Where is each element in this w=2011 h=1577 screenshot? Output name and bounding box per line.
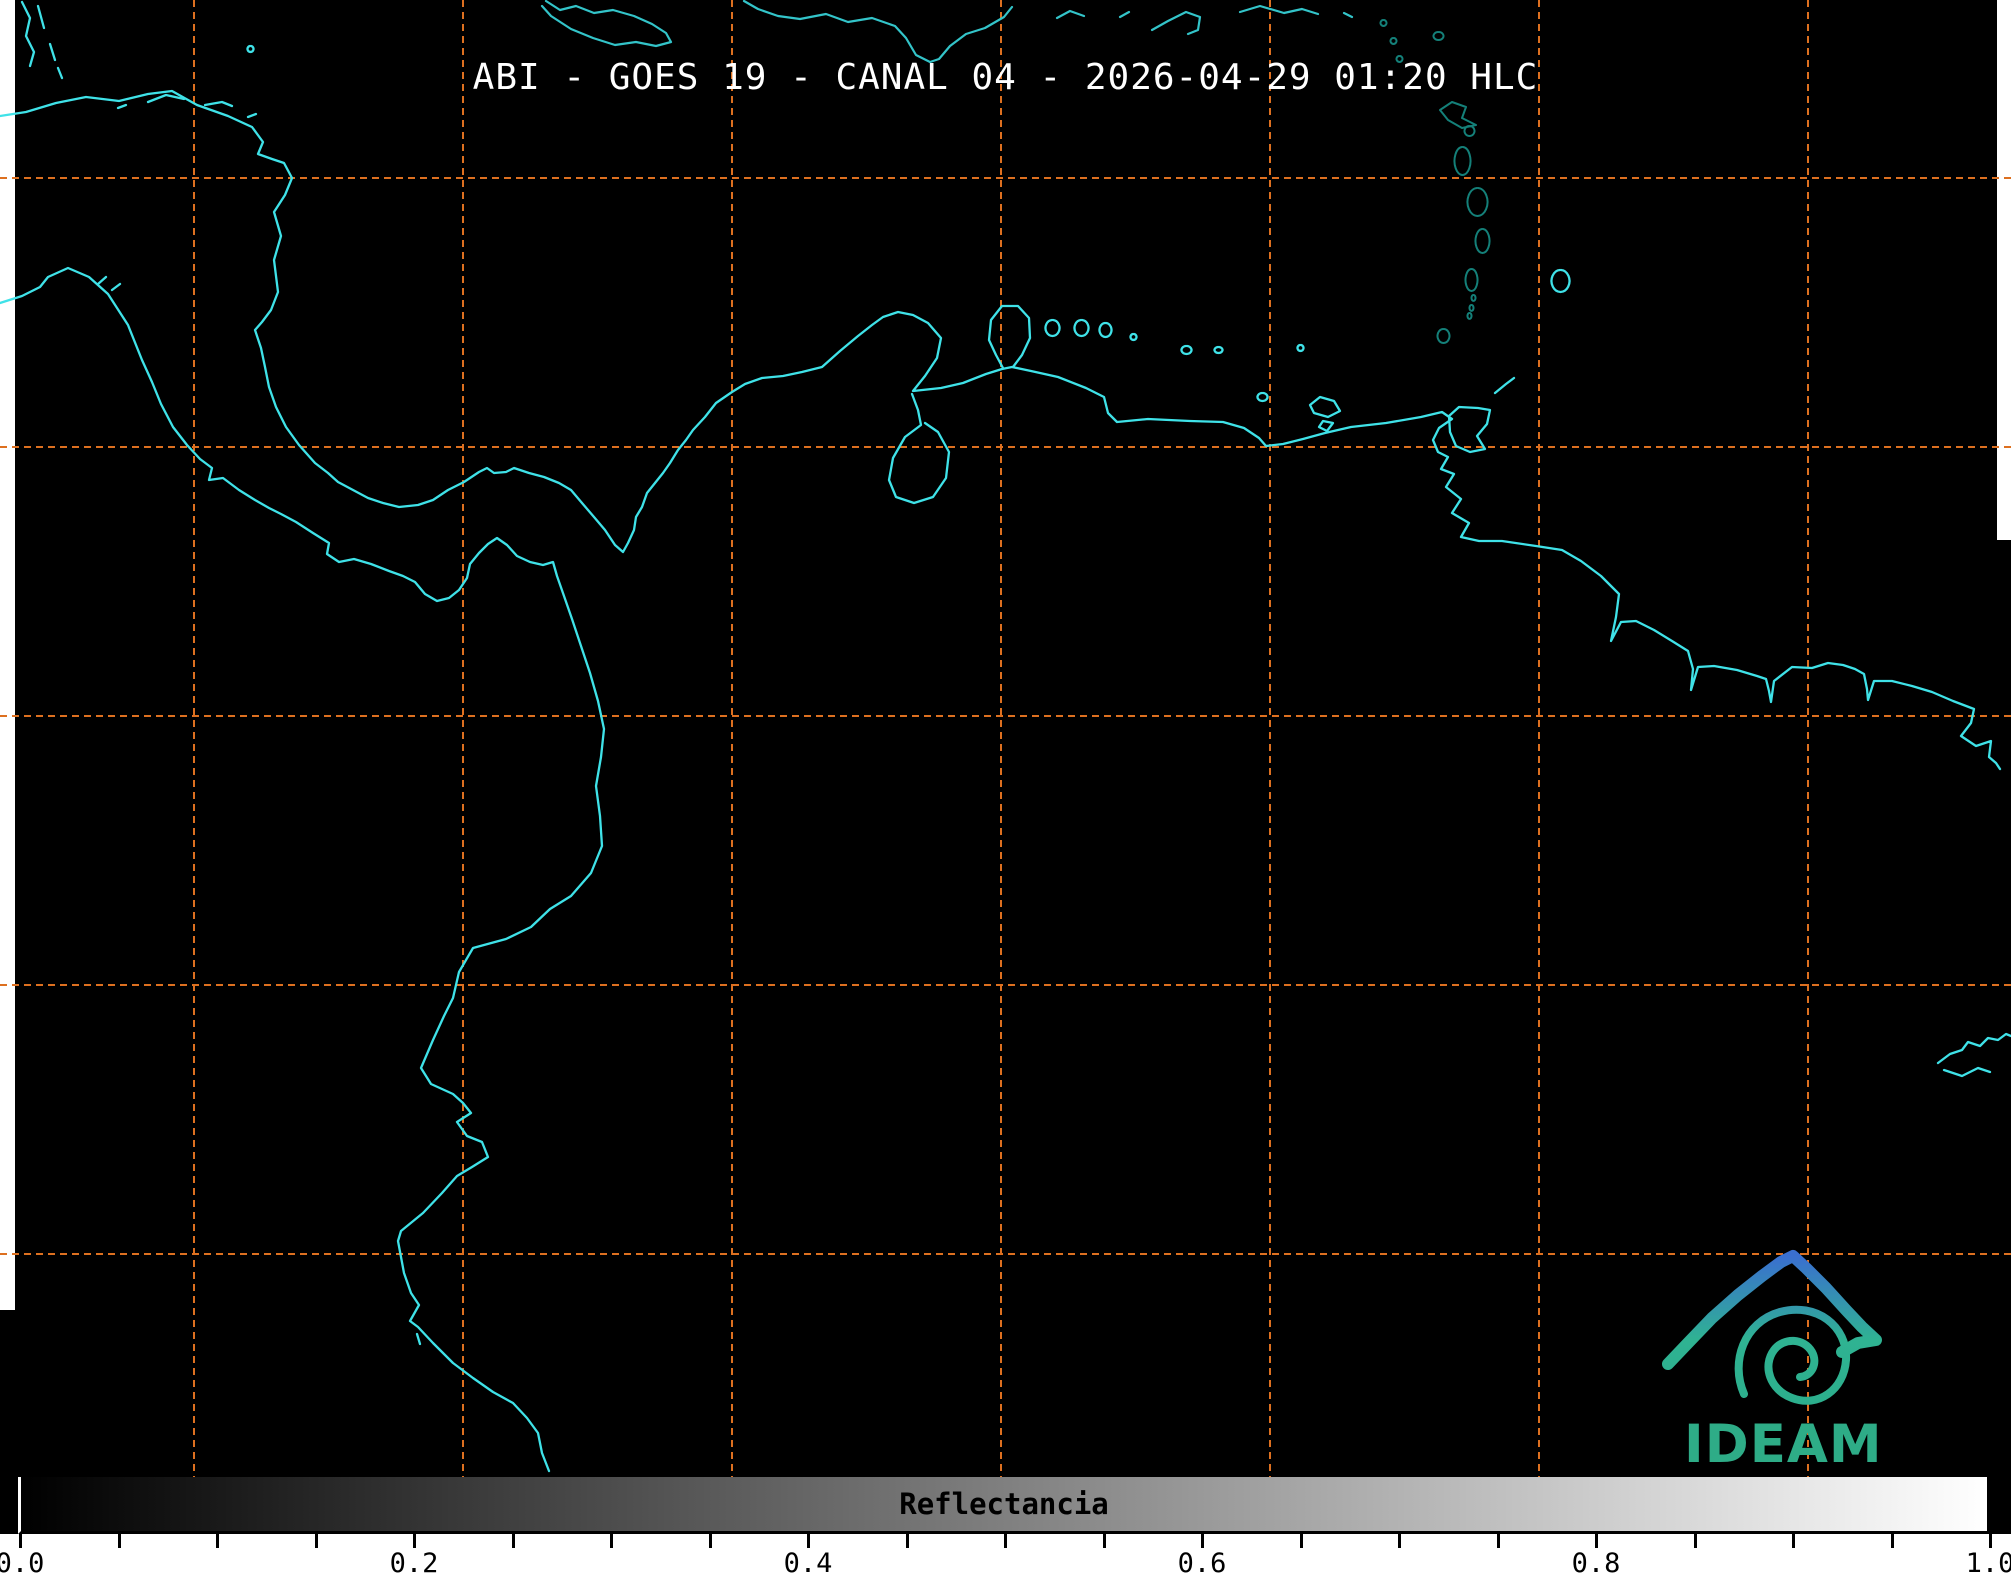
coastline-path [1044, 268, 1571, 403]
coastline-path [987, 304, 1032, 370]
coastline-path [1308, 395, 1342, 433]
colorbar-tick [1398, 1534, 1401, 1548]
colorbar-tick [1989, 1534, 1992, 1548]
colorbar-tick [807, 1534, 810, 1548]
colorbar-tick-label: 0.4 [783, 1548, 833, 1577]
colorbar-tick [1693, 1534, 1697, 1548]
ideam-logo-text: IDEAM [1684, 1414, 1883, 1475]
colorbar-tick [610, 1534, 613, 1548]
colorbar-tick [314, 1534, 318, 1548]
image-title: ABI - GOES 19 - CANAL 04 - 2026-04-29 01… [472, 57, 1539, 98]
logo-hurricane-spiral-icon [1734, 1305, 1851, 1405]
graticule-lines [0, 0, 2011, 1477]
colorbar-tick-label: 0.8 [1571, 1548, 1621, 1577]
coastlines-antilles-large [540, 0, 1354, 64]
colorbar-tick [511, 1534, 515, 1548]
satellite-map [0, 0, 2011, 1477]
coastline-path [1493, 376, 1516, 395]
colorbar-tick-label: 0.6 [1177, 1548, 1227, 1577]
coastlines-main [0, 0, 2011, 1473]
colorbar-tick [905, 1534, 909, 1548]
colorbar-tick [1595, 1534, 1598, 1548]
coastline-path [742, 0, 1014, 64]
colorbar-tick [708, 1534, 712, 1548]
colorbar: Reflectancia [18, 1477, 1990, 1534]
scan-edge-strips [0, 0, 2011, 1310]
colorbar-tick [1102, 1534, 1106, 1548]
coastline-path [540, 0, 673, 48]
coastline-path [1936, 1032, 2011, 1078]
colorbar-tick [216, 1534, 219, 1548]
colorbar-axis: 0.0 0.2 0.4 0.6 0.8 1.0 [0, 1534, 2011, 1577]
colorbar-tick [1792, 1534, 1795, 1548]
colorbar-label: Reflectancia [899, 1487, 1109, 1521]
colorbar-tick [1496, 1534, 1500, 1548]
colorbar-tick [117, 1534, 121, 1548]
colorbar-tick [1201, 1534, 1204, 1548]
colorbar-tick-label: 1.0 [1965, 1548, 2011, 1577]
colorbar-tick [1004, 1534, 1007, 1548]
colorbar-tick-label: 0.2 [389, 1548, 439, 1577]
coastline-path [1447, 405, 1492, 454]
coastline-path [20, 0, 422, 1346]
colorbar-tick-label: 0.0 [0, 1548, 45, 1577]
ideam-logo [1662, 1250, 1882, 1405]
colorbar-tick [1890, 1534, 1894, 1548]
colorbar-tick [413, 1534, 416, 1548]
coastline-path [887, 392, 951, 505]
colorbar-tick [1299, 1534, 1303, 1548]
colorbar-tick [19, 1534, 22, 1548]
satellite-image-viewport: ABI - GOES 19 - CANAL 04 - 2026-04-29 01… [0, 0, 2011, 1577]
coastline-path [1055, 4, 1354, 36]
